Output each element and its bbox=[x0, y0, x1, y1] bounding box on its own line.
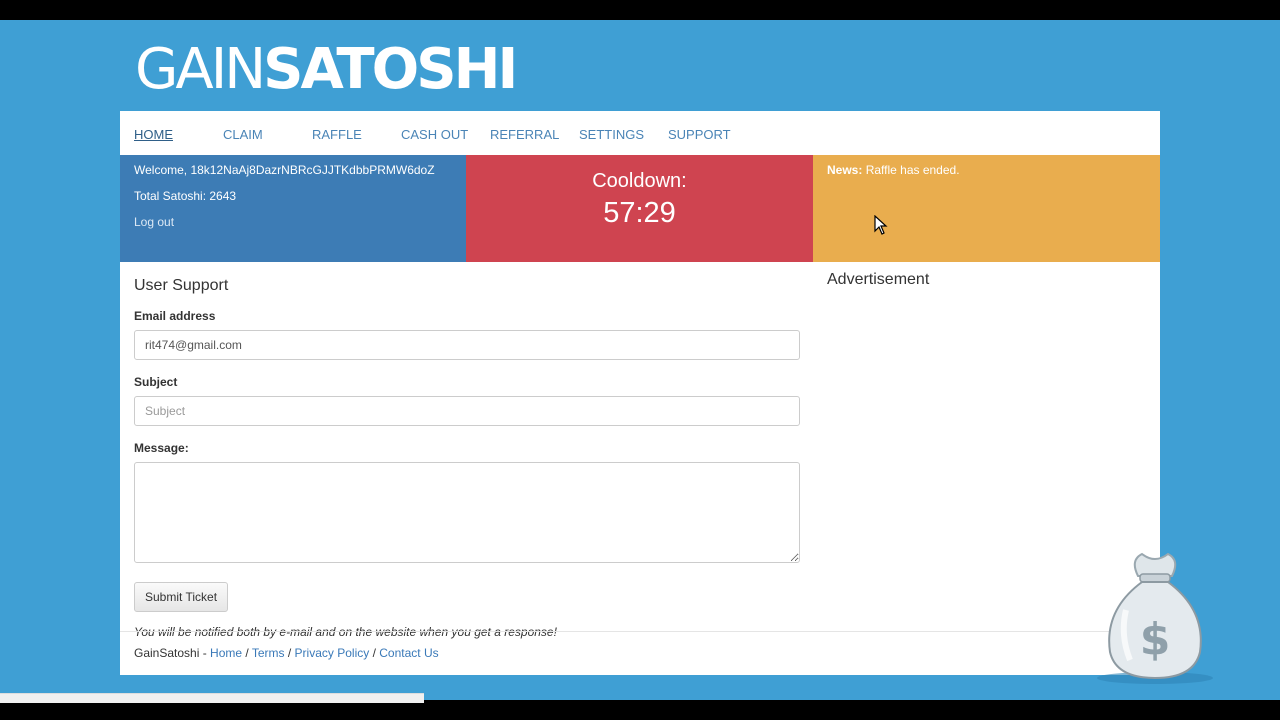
footer-sep-2: / bbox=[284, 646, 295, 660]
nav-support[interactable]: SUPPORT bbox=[668, 127, 731, 142]
footer-divider bbox=[120, 631, 1160, 632]
logout-link[interactable]: Log out bbox=[134, 215, 174, 229]
subject-field[interactable] bbox=[134, 396, 800, 426]
total-satoshi: Total Satoshi: 2643 bbox=[134, 189, 237, 203]
footer: GainSatoshi - Home / Terms / Privacy Pol… bbox=[134, 646, 439, 660]
logo-bold-text: SATOSHI bbox=[263, 37, 518, 102]
nav-home[interactable]: HOME bbox=[134, 127, 173, 142]
browser-status-bar bbox=[0, 693, 424, 703]
response-notice: You will be notified both by e-mail and … bbox=[134, 625, 557, 639]
footer-link-terms[interactable]: Terms bbox=[252, 646, 285, 660]
site-logo[interactable]: GAINSATOSHI bbox=[135, 42, 518, 98]
cooldown-label: Cooldown: bbox=[592, 170, 687, 192]
footer-sep-1: / bbox=[242, 646, 252, 660]
cooldown-timer: 57:29 bbox=[603, 197, 676, 229]
main-nav: HOME CLAIM RAFFLE CASH OUT REFERRAL SETT… bbox=[120, 111, 1160, 155]
money-bag-icon: $ bbox=[1097, 552, 1213, 684]
message-label: Message: bbox=[134, 441, 189, 455]
email-label: Email address bbox=[134, 309, 216, 323]
nav-referral[interactable]: REFERRAL bbox=[490, 127, 559, 142]
page-background: GAINSATOSHI HOME CLAIM RAFFLE CASH OUT R… bbox=[0, 20, 1280, 700]
support-title: User Support bbox=[134, 277, 229, 294]
account-info-box: Welcome, 18k12NaAj8DazrNBRcGJJTKdbbPRMW6… bbox=[120, 155, 466, 262]
email-field[interactable] bbox=[134, 330, 800, 360]
subject-label: Subject bbox=[134, 375, 178, 389]
footer-link-privacy[interactable]: Privacy Policy bbox=[295, 646, 370, 660]
content-panel: HOME CLAIM RAFFLE CASH OUT REFERRAL SETT… bbox=[120, 111, 1160, 675]
logo-thin-text: GAIN bbox=[135, 37, 266, 102]
nav-settings[interactable]: SETTINGS bbox=[579, 127, 644, 142]
news-box: News: Raffle has ended. bbox=[813, 155, 1160, 262]
mouse-cursor-icon bbox=[874, 215, 888, 235]
submit-ticket-button[interactable]: Submit Ticket bbox=[134, 582, 229, 612]
footer-sep-3: / bbox=[369, 646, 380, 660]
nav-cash-out[interactable]: CASH OUT bbox=[401, 127, 468, 142]
nav-raffle[interactable]: RAFFLE bbox=[312, 127, 362, 142]
advertisement-title: Advertisement bbox=[827, 271, 930, 288]
cooldown-box: Cooldown: 57:29 bbox=[466, 155, 813, 262]
message-field[interactable] bbox=[134, 462, 800, 563]
news-text: Raffle has ended. bbox=[865, 163, 960, 177]
footer-brand: GainSatoshi - bbox=[134, 646, 211, 660]
footer-link-contact[interactable]: Contact Us bbox=[379, 646, 438, 660]
support-form: User Support Email address Subject Messa… bbox=[134, 277, 800, 639]
footer-link-home[interactable]: Home bbox=[210, 646, 242, 660]
news-label: News: bbox=[827, 163, 863, 177]
svg-text:$: $ bbox=[1140, 614, 1171, 665]
welcome-text: Welcome, 18k12NaAj8DazrNBRcGJJTKdbbPRMW6… bbox=[134, 163, 435, 177]
nav-claim[interactable]: CLAIM bbox=[223, 127, 263, 142]
